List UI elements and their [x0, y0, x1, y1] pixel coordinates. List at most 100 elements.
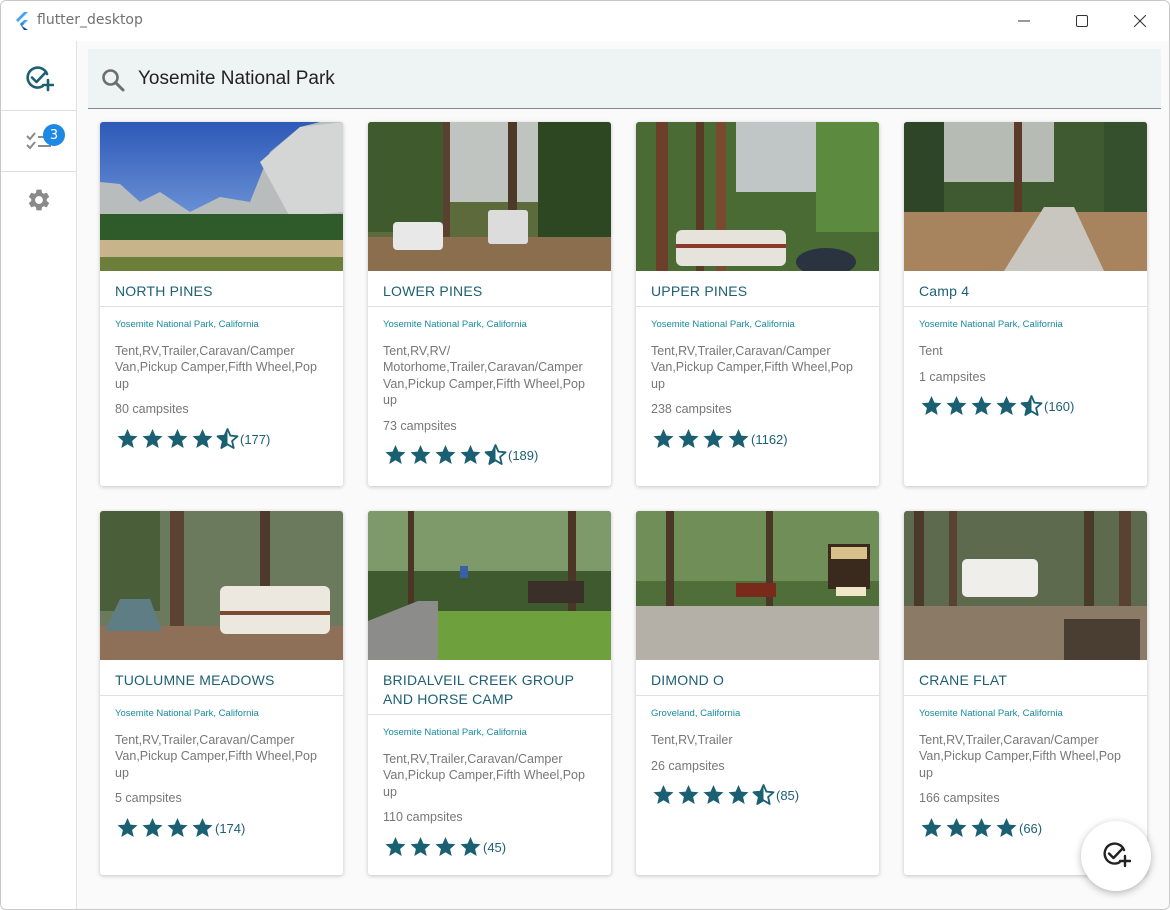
campground-photo	[100, 511, 343, 660]
campground-photo	[904, 122, 1147, 271]
card-equipment-types: Tent,RV,Trailer,Caravan/Camper Van,Picku…	[115, 344, 317, 391]
star-rating: (45)	[383, 835, 506, 859]
card-divider	[100, 306, 343, 307]
app-window: flutter_desktop 3 Yosemite National Park…	[0, 0, 1170, 910]
flutter-logo-icon	[13, 11, 33, 31]
star-icon	[433, 443, 458, 467]
maximize-button[interactable]	[1059, 5, 1105, 37]
campground-photo	[636, 122, 879, 271]
star-icon	[676, 783, 701, 807]
star-rating: (174)	[115, 816, 245, 840]
card-title: CRANE FLAT	[919, 672, 1008, 688]
check-circle-add-icon	[1101, 839, 1132, 873]
campground-card[interactable]: Camp 4 Yosemite National Park, Californi…	[904, 122, 1147, 486]
card-equipment-types: Tent,RV,RV/ Motorhome,Trailer,Caravan/Ca…	[383, 344, 585, 407]
window-title: flutter_desktop	[37, 12, 143, 28]
star-rating: (85)	[651, 783, 799, 807]
star-icon	[994, 816, 1019, 840]
star-icon	[676, 427, 701, 451]
star-icon	[969, 816, 994, 840]
card-equipment-types: Tent,RV,Trailer,Caravan/Camper Van,Picku…	[651, 344, 853, 391]
star-icon	[458, 835, 483, 859]
card-campsite-count: 5 campsites	[115, 791, 182, 805]
check-circle-add-icon	[24, 63, 54, 97]
star-icon	[726, 783, 751, 807]
search-icon	[100, 67, 126, 97]
card-location: Yosemite National Park, California	[115, 319, 259, 330]
star-half-icon	[483, 443, 508, 467]
star-icon	[165, 427, 190, 451]
star-icon	[140, 816, 165, 840]
star-icon	[458, 443, 483, 467]
rating-count: (1162)	[751, 431, 788, 447]
rating-count: (177)	[240, 431, 271, 447]
minimize-icon	[1018, 12, 1030, 31]
star-rating: (1162)	[651, 427, 788, 451]
card-divider	[100, 695, 343, 696]
card-location: Yosemite National Park, California	[383, 319, 527, 330]
card-equipment-types: Tent,RV,Trailer	[651, 733, 733, 747]
campground-card[interactable]: LOWER PINES Yosemite National Park, Cali…	[368, 122, 611, 486]
star-half-icon	[751, 783, 776, 807]
title-bar: flutter_desktop	[1, 1, 1169, 41]
star-icon	[408, 835, 433, 859]
star-icon	[701, 783, 726, 807]
campground-photo	[636, 511, 879, 660]
campground-photo	[368, 511, 611, 660]
navigation-rail: 3	[1, 41, 77, 909]
star-icon	[969, 394, 994, 418]
star-icon	[726, 427, 751, 451]
star-rating: (66)	[919, 816, 1042, 840]
star-icon	[115, 427, 140, 451]
star-icon	[408, 443, 433, 467]
rating-count: (45)	[483, 839, 507, 855]
campground-card[interactable]: UPPER PINES Yosemite National Park, Cali…	[636, 122, 879, 486]
card-divider	[368, 714, 611, 715]
star-icon	[140, 427, 165, 451]
card-title: LOWER PINES	[383, 283, 483, 299]
card-campsite-count: 238 campsites	[651, 402, 732, 416]
card-location: Groveland, California	[651, 708, 741, 719]
rail-item-add-campsite[interactable]	[1, 50, 76, 110]
card-title: NORTH PINES	[115, 283, 213, 299]
rating-count: (189)	[508, 447, 539, 463]
star-icon	[919, 394, 944, 418]
card-equipment-types: Tent	[919, 344, 943, 358]
rating-count: (160)	[1044, 398, 1075, 414]
card-campsite-count: 80 campsites	[115, 402, 189, 416]
maximize-icon	[1076, 12, 1088, 31]
star-icon	[383, 443, 408, 467]
gear-icon	[26, 187, 52, 217]
star-icon	[944, 394, 969, 418]
card-location: Yosemite National Park, California	[919, 319, 1063, 330]
campground-card[interactable]: BRIDALVEIL CREEK GROUP AND HORSE CAMP Yo…	[368, 511, 611, 875]
card-title: UPPER PINES	[651, 283, 748, 299]
rating-count: (174)	[215, 820, 246, 836]
star-icon	[994, 394, 1019, 418]
rail-item-settings[interactable]	[1, 172, 76, 232]
star-icon	[383, 835, 408, 859]
card-campsite-count: 166 campsites	[919, 791, 1000, 805]
badge-count: 3	[43, 124, 65, 146]
card-equipment-types: Tent,RV,Trailer,Caravan/Camper Van,Picku…	[115, 733, 317, 780]
card-equipment-types: Tent,RV,Trailer,Caravan/Camper Van,Picku…	[919, 733, 1121, 780]
add-campsite-fab[interactable]	[1081, 821, 1151, 891]
card-campsite-count: 110 campsites	[383, 810, 463, 824]
search-input[interactable]	[136, 61, 1120, 97]
campground-card[interactable]: NORTH PINES Yosemite National Park, Cali…	[100, 122, 343, 486]
card-divider	[636, 695, 879, 696]
rating-count: (66)	[1019, 820, 1043, 836]
minimize-button[interactable]	[1001, 5, 1047, 37]
card-location: Yosemite National Park, California	[383, 727, 527, 738]
campground-card[interactable]: DIMOND O Groveland, California Tent,RV,T…	[636, 511, 879, 875]
card-title: DIMOND O	[651, 672, 725, 688]
star-half-icon	[215, 427, 240, 451]
rail-item-checklist[interactable]: 3	[1, 111, 76, 171]
card-campsite-count: 73 campsites	[383, 419, 457, 433]
card-location: Yosemite National Park, California	[919, 708, 1063, 719]
card-equipment-types: Tent,RV,Trailer,Caravan/Camper Van,Picku…	[383, 752, 585, 799]
star-icon	[919, 816, 944, 840]
campground-card[interactable]: TUOLUMNE MEADOWS Yosemite National Park,…	[100, 511, 343, 875]
close-button[interactable]	[1117, 5, 1163, 37]
card-divider	[368, 306, 611, 307]
